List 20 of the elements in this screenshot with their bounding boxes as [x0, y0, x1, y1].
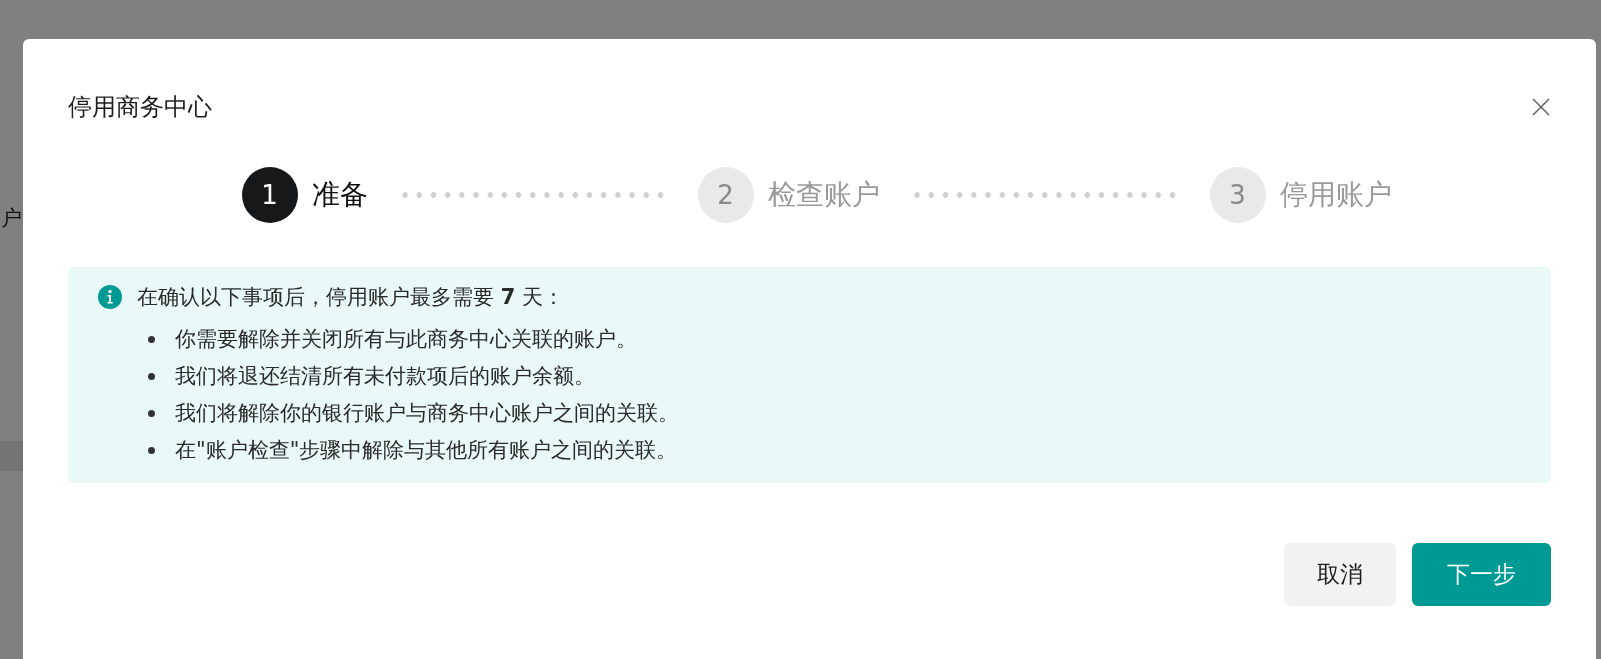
- info-list-item: 在"账户检查"步骤中解除与其他所有账户之间的关联。: [175, 437, 678, 464]
- bullet-icon: [148, 447, 155, 454]
- step-label: 停用账户: [1279, 177, 1392, 213]
- background-text: 户: [1, 206, 22, 230]
- cancel-button[interactable]: 取消: [1284, 543, 1396, 606]
- dialog-title: 停用商务中心: [68, 92, 212, 123]
- info-list-item: 你需要解除并关闭所有与此商务中心关联的账户。: [175, 326, 637, 353]
- info-list-item: 我们将退还结清所有未付款项后的账户余额。: [175, 363, 595, 390]
- close-icon: [1531, 97, 1551, 117]
- info-list-item: 我们将解除你的银行账户与商务中心账户之间的关联。: [175, 400, 679, 427]
- info-heading: 在确认以下事项后，停用账户最多需要 7 天：: [137, 284, 564, 311]
- step-label: 准备: [311, 177, 368, 213]
- bullet-icon: [148, 410, 155, 417]
- step-number: 1: [241, 167, 298, 223]
- step-number: 2: [697, 167, 754, 223]
- info-icon: [98, 285, 122, 309]
- bullet-icon: [148, 336, 155, 343]
- step-number: 3: [1209, 167, 1266, 223]
- bullet-icon: [148, 373, 155, 380]
- step-label: 检查账户: [767, 177, 880, 213]
